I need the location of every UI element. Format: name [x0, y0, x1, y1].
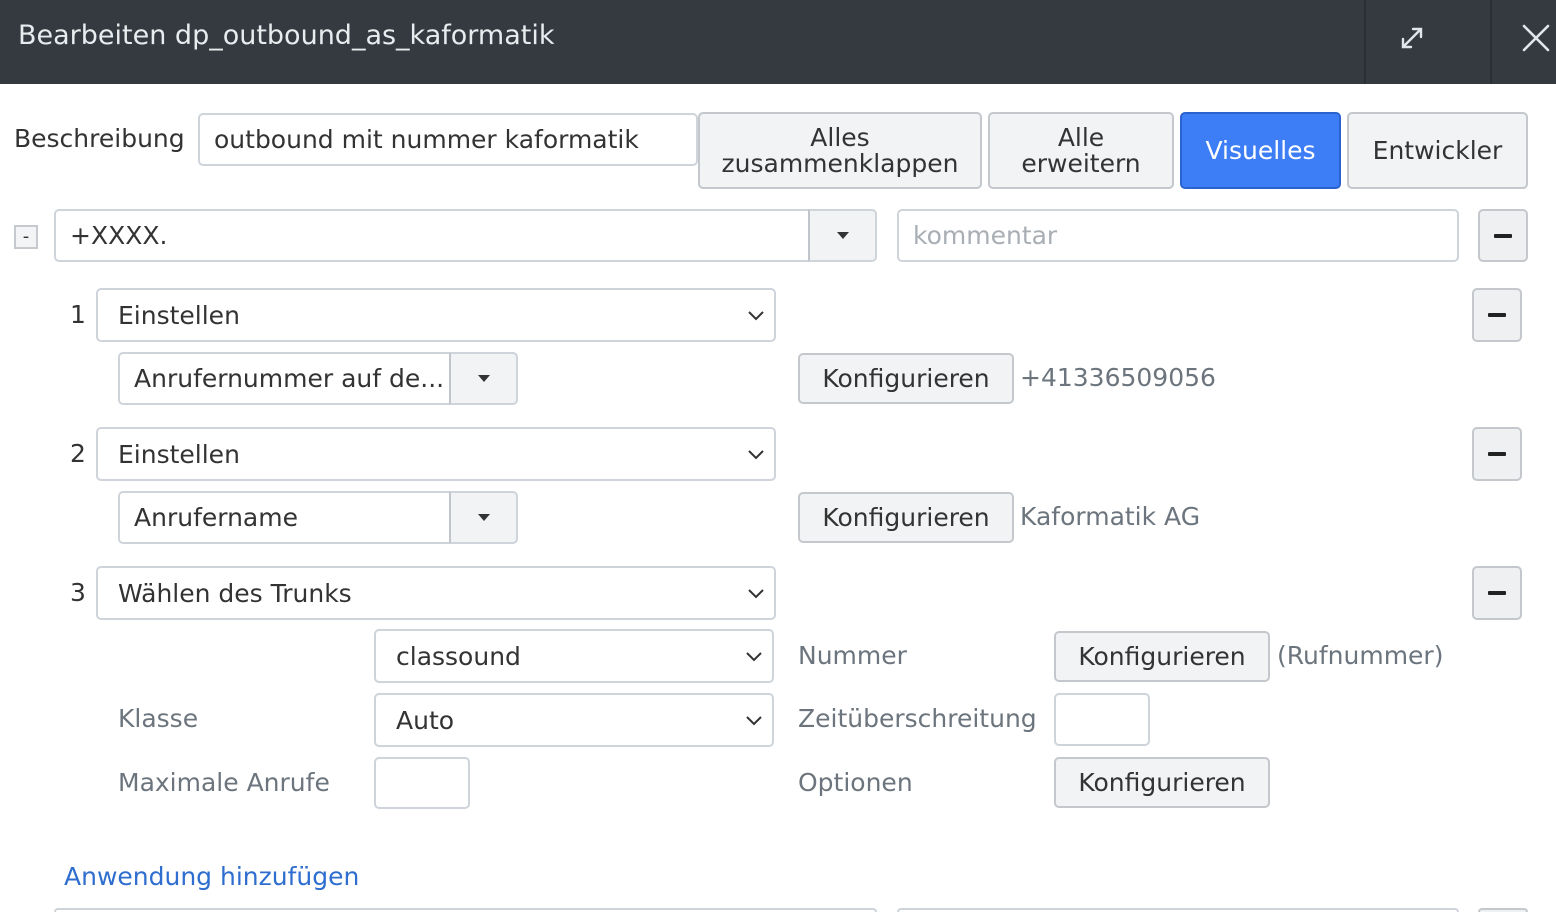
- dialog-title: Bearbeiten dp_outbound_as_kaformatik: [18, 20, 555, 51]
- step-variable-dropdown-button[interactable]: [449, 352, 518, 405]
- class-select[interactable]: Auto: [374, 693, 774, 747]
- step-action-select[interactable]: Einstellen: [96, 427, 776, 481]
- config-value: +41336509056: [1020, 363, 1216, 392]
- step-variable-dropdown-button[interactable]: [449, 491, 518, 544]
- next-pattern-input-edge: [54, 908, 877, 912]
- step-number: 1: [70, 300, 86, 329]
- collapse-all-label-line1: Alles: [810, 122, 870, 152]
- pattern-input[interactable]: +XXXX.: [54, 209, 810, 262]
- chevron-down-icon: [748, 311, 764, 321]
- caret-down-icon: [477, 514, 490, 521]
- options-label: Optionen: [798, 768, 913, 797]
- timeout-label: Zeitüberschreitung: [798, 704, 1037, 733]
- titlebar-divider: [1364, 0, 1366, 84]
- max-calls-label: Maximale Anrufe: [118, 768, 330, 797]
- step-action-select[interactable]: Wählen des Trunks: [96, 566, 776, 620]
- number-label: Nummer: [798, 641, 907, 670]
- configure-button[interactable]: Konfigurieren: [798, 353, 1014, 404]
- titlebar-divider: [1490, 0, 1492, 84]
- trunk-value: classound: [396, 641, 521, 671]
- configure-button[interactable]: Konfigurieren: [798, 492, 1014, 543]
- minus-icon: [1488, 313, 1506, 317]
- comment-input[interactable]: kommentar: [897, 209, 1459, 262]
- minus-icon: [1488, 591, 1506, 595]
- remove-step-button[interactable]: [1472, 288, 1522, 342]
- config-value: Kaformatik AG: [1020, 502, 1201, 531]
- step-number: 2: [70, 439, 86, 468]
- close-icon[interactable]: [1516, 18, 1556, 58]
- step-action-select[interactable]: Einstellen: [96, 288, 776, 342]
- step-action-value: Einstellen: [118, 300, 240, 330]
- collapse-toggle[interactable]: -: [14, 225, 38, 249]
- chevron-down-icon: [746, 652, 762, 662]
- class-value: Auto: [396, 705, 455, 735]
- remove-step-button[interactable]: [1472, 427, 1522, 481]
- remove-extension-button[interactable]: [1478, 209, 1528, 262]
- step-action-value: Einstellen: [118, 439, 240, 469]
- caret-down-icon: [477, 375, 490, 382]
- max-calls-input[interactable]: [374, 757, 470, 809]
- description-input[interactable]: outbound mit nummer kaformatik: [198, 113, 698, 166]
- next-comment-input-edge: [897, 908, 1459, 912]
- step-number: 3: [70, 578, 86, 607]
- developer-mode-button[interactable]: Entwickler: [1347, 112, 1528, 189]
- step-action-value: Wählen des Trunks: [118, 578, 352, 608]
- number-configure-button[interactable]: Konfigurieren: [1054, 631, 1270, 682]
- timeout-input[interactable]: [1054, 693, 1150, 746]
- pattern-dropdown-button[interactable]: [808, 209, 877, 262]
- step-variable-input[interactable]: Anrufernummer auf de...: [118, 352, 452, 405]
- number-value: (Rufnummer): [1277, 641, 1444, 670]
- options-configure-button[interactable]: Konfigurieren: [1054, 757, 1270, 808]
- visual-mode-button[interactable]: Visuelles: [1180, 112, 1341, 189]
- expand-all-label-line1: Alle: [1057, 122, 1105, 152]
- chevron-down-icon: [748, 450, 764, 460]
- expand-icon[interactable]: [1392, 18, 1432, 58]
- minus-icon: [1488, 452, 1506, 456]
- collapse-all-button[interactable]: Alles zusammenklappen: [698, 112, 982, 189]
- collapse-all-label-line2: zusammenklappen: [721, 148, 959, 178]
- chevron-down-icon: [748, 589, 764, 599]
- expand-all-button[interactable]: Alle erweitern: [988, 112, 1174, 189]
- add-application-link[interactable]: Anwendung hinzufügen: [64, 862, 359, 891]
- trunk-select[interactable]: classound: [374, 629, 774, 683]
- caret-down-icon: [836, 232, 849, 239]
- step-variable-input[interactable]: Anrufername: [118, 491, 452, 544]
- description-label: Beschreibung: [14, 124, 185, 153]
- remove-step-button[interactable]: [1472, 566, 1522, 620]
- chevron-down-icon: [746, 716, 762, 726]
- expand-all-label-line2: erweitern: [1021, 148, 1141, 178]
- class-label: Klasse: [118, 704, 199, 733]
- minus-icon: [1494, 233, 1512, 238]
- next-remove-button-edge: [1478, 908, 1528, 912]
